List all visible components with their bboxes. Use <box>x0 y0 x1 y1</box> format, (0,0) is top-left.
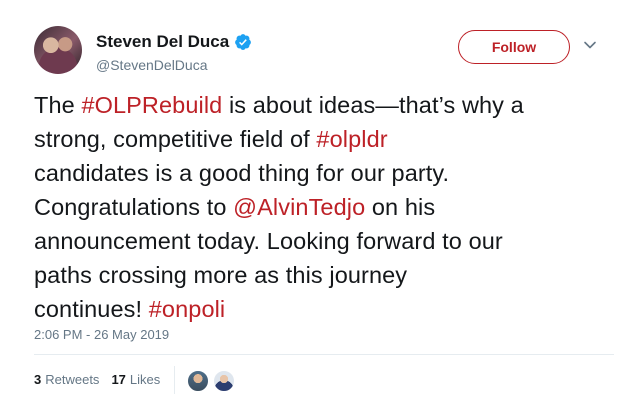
retweets-stat[interactable]: 3 Retweets <box>34 372 99 387</box>
tweet-text-segment: paths crossing more as this journey <box>34 262 408 288</box>
tweet-text-line: Congratulations to @AlvinTedjo on his <box>34 190 624 224</box>
hashtag-link[interactable]: #onpoli <box>149 296 226 322</box>
timestamp[interactable]: 2:06 PM - 26 May 2019 <box>34 327 169 342</box>
hashtag-link[interactable]: #olpldr <box>316 126 387 152</box>
chevron-down-icon[interactable] <box>583 38 597 52</box>
tweet-text-line: continues! #onpoli <box>34 292 624 326</box>
likes-count: 17 <box>111 372 126 387</box>
stats-separator <box>174 366 175 394</box>
tweet-text-segment: announcement today. Looking forward to o… <box>34 228 503 254</box>
divider <box>34 354 614 355</box>
retweets-count: 3 <box>34 372 42 387</box>
liker-avatar[interactable] <box>187 370 209 392</box>
handle[interactable]: @StevenDelDuca <box>96 57 208 73</box>
tweet-text-line: paths crossing more as this journey <box>34 258 624 292</box>
tweet-text-segment: Congratulations to <box>34 194 234 220</box>
tweet-text-segment: is about ideas—that’s why a <box>222 92 524 118</box>
tweet-text: The #OLPRebuild is about ideas—that’s wh… <box>34 88 624 326</box>
tweet-text-segment: continues! <box>34 296 149 322</box>
retweets-label: Retweets <box>45 372 100 387</box>
tweet-text-segment: The <box>34 92 82 118</box>
likes-label: Likes <box>129 372 161 387</box>
follow-button[interactable]: Follow <box>458 30 570 64</box>
liker-avatar[interactable] <box>213 370 235 392</box>
avatar[interactable] <box>34 26 82 74</box>
mention-link[interactable]: @AlvinTedjo <box>233 194 365 220</box>
tweet-header: Steven Del Duca @StevenDelDuca Follow <box>34 26 614 78</box>
tweet-text-line: announcement today. Looking forward to o… <box>34 224 624 258</box>
hashtag-link[interactable]: #OLPRebuild <box>81 92 222 118</box>
verified-badge-icon <box>235 34 252 50</box>
tweet-text-segment: candidates is a good thing for our party… <box>34 160 450 186</box>
liker-avatars <box>187 370 239 392</box>
tweet-text-line: The #OLPRebuild is about ideas—that’s wh… <box>34 88 624 122</box>
name-row: Steven Del Duca <box>96 32 252 52</box>
tweet-text-line: strong, competitive field of #olpldr <box>34 122 624 156</box>
display-name[interactable]: Steven Del Duca <box>96 32 229 52</box>
likes-stat[interactable]: 17 Likes <box>111 372 160 387</box>
tweet-stats: 3 Retweets 17 Likes <box>34 372 172 387</box>
tweet-text-segment: on his <box>365 194 436 220</box>
tweet-text-line: candidates is a good thing for our party… <box>34 156 624 190</box>
tweet-text-segment: strong, competitive field of <box>34 126 317 152</box>
